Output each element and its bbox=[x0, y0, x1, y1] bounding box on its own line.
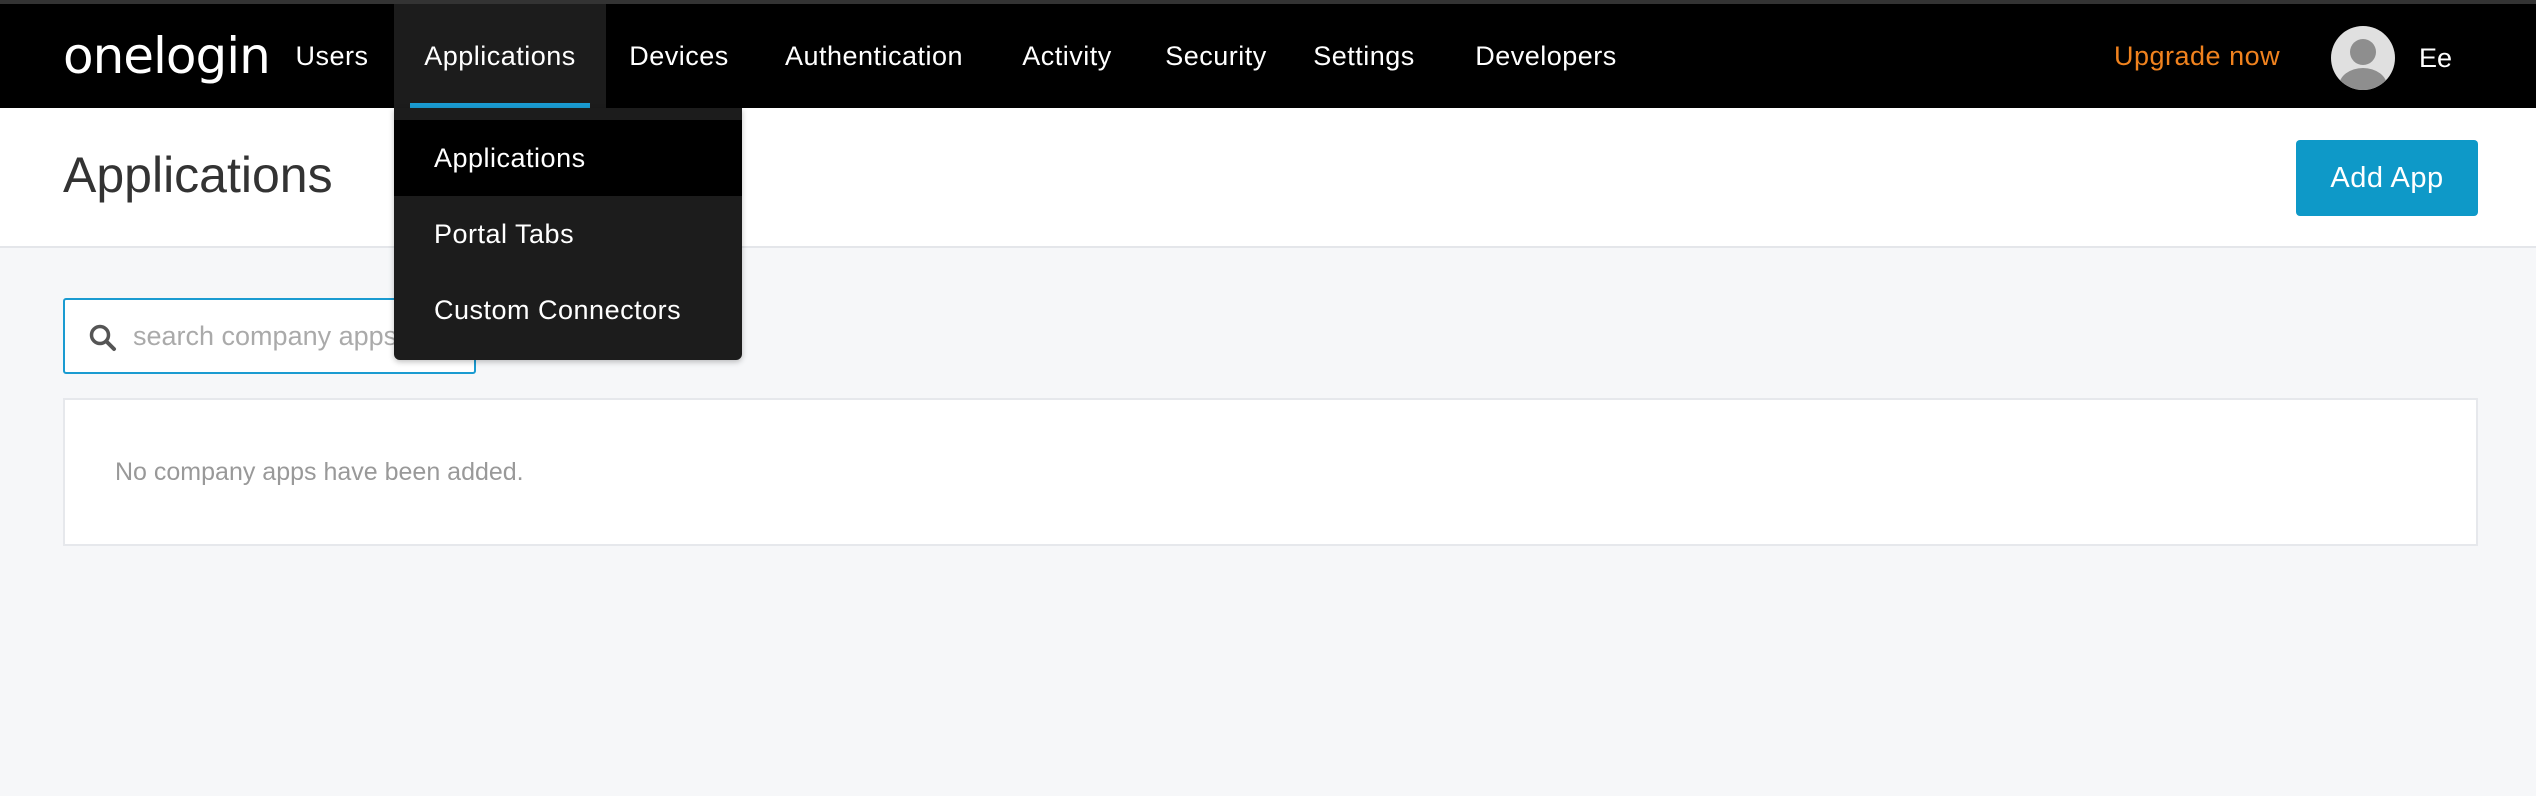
user-silhouette-icon bbox=[2339, 39, 2387, 90]
nav-activity[interactable]: Activity bbox=[1003, 4, 1131, 108]
user-avatar[interactable] bbox=[2331, 26, 2395, 90]
empty-state-message: No company apps have been added. bbox=[115, 458, 524, 486]
page-title: Applications bbox=[63, 147, 333, 203]
user-initials[interactable]: Ee bbox=[2419, 4, 2452, 112]
nav-authentication[interactable]: Authentication bbox=[768, 4, 980, 108]
nav-applications-label: Applications bbox=[424, 41, 576, 71]
search-icon bbox=[89, 324, 116, 351]
dropdown-item-portal-tabs[interactable]: Portal Tabs bbox=[394, 196, 742, 272]
applications-dropdown-menu: Applications Portal Tabs Custom Connecto… bbox=[394, 108, 742, 360]
nav-developers[interactable]: Developers bbox=[1466, 4, 1626, 108]
apps-list-panel: No company apps have been added. bbox=[63, 398, 2478, 546]
upgrade-now-link[interactable]: Upgrade now bbox=[2114, 4, 2280, 108]
add-app-button[interactable]: Add App bbox=[2296, 140, 2478, 216]
nav-settings[interactable]: Settings bbox=[1300, 4, 1428, 108]
dropdown-item-applications[interactable]: Applications bbox=[394, 120, 742, 196]
onelogin-logo[interactable]: onelogin bbox=[63, 26, 271, 86]
top-navigation-bar: onelogin Users Applications Devices Auth… bbox=[0, 0, 2536, 108]
nav-devices[interactable]: Devices bbox=[614, 4, 744, 108]
dropdown-item-custom-connectors[interactable]: Custom Connectors bbox=[394, 272, 742, 348]
nav-users[interactable]: Users bbox=[278, 4, 386, 108]
nav-security[interactable]: Security bbox=[1153, 4, 1279, 108]
page-header: Applications Add App bbox=[0, 108, 2536, 248]
nav-applications[interactable]: Applications bbox=[394, 4, 606, 108]
